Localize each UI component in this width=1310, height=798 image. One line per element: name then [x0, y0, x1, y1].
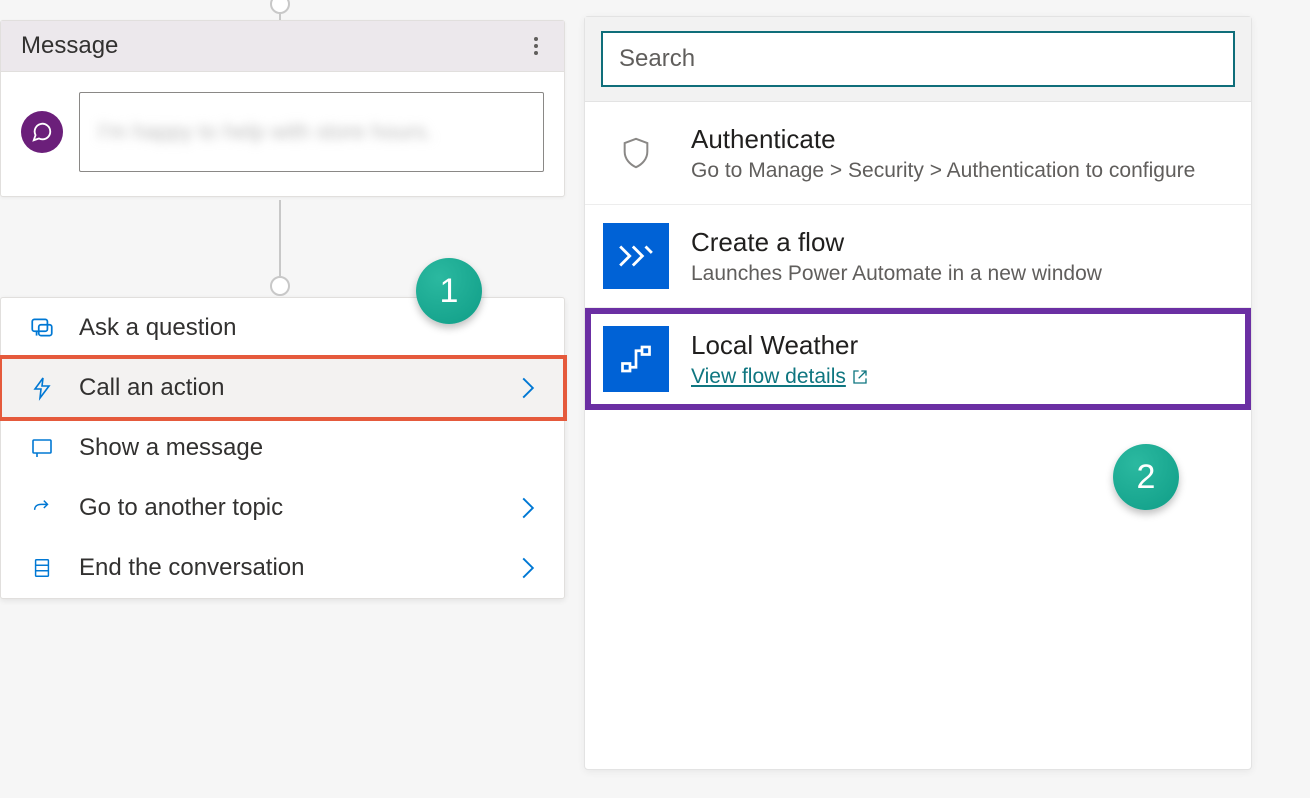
menu-item-call-action[interactable]: Call an action [1, 358, 564, 418]
message-node-header: Message [1, 21, 564, 72]
chevron-right-icon [520, 496, 536, 520]
menu-item-ask-question[interactable]: Ask a question [1, 298, 564, 358]
action-item-authenticate[interactable]: Authenticate Go to Manage > Security > A… [585, 102, 1251, 205]
connector-line [279, 200, 281, 285]
menu-item-label: Go to another topic [79, 494, 496, 522]
flow-icon [603, 326, 669, 392]
shield-icon [603, 120, 669, 186]
end-icon [29, 555, 55, 581]
action-picker-panel: Authenticate Go to Manage > Security > A… [584, 16, 1252, 770]
flow-run-icon [603, 223, 669, 289]
message-node-body: I'm happy to help with store hours. [1, 72, 564, 196]
menu-item-label: Show a message [79, 434, 536, 462]
chevron-right-icon [520, 556, 536, 580]
action-title: Create a flow [691, 227, 1233, 258]
action-item-create-flow[interactable]: Create a flow Launches Power Automate in… [585, 205, 1251, 308]
chat-bubble-icon [21, 111, 63, 153]
add-node-menu: Ask a question Call an action [0, 297, 565, 599]
action-title: Authenticate [691, 124, 1233, 155]
menu-item-goto-topic[interactable]: Go to another topic [1, 478, 564, 538]
redirect-icon [29, 495, 55, 521]
message-text-content: I'm happy to help with store hours. [98, 119, 432, 145]
add-node-button[interactable] [270, 276, 290, 296]
view-flow-details-link[interactable]: View flow details [691, 365, 868, 389]
menu-item-label: End the conversation [79, 554, 496, 582]
menu-item-end-conversation[interactable]: End the conversation [1, 538, 564, 598]
action-title: Local Weather [691, 330, 1233, 361]
menu-item-label: Call an action [79, 374, 496, 402]
action-item-local-weather[interactable]: Local Weather View flow details [585, 308, 1251, 410]
link-label: View flow details [691, 365, 846, 389]
action-list: Authenticate Go to Manage > Security > A… [585, 102, 1251, 410]
lightning-icon [29, 375, 55, 401]
more-options-button[interactable] [528, 31, 544, 61]
connector-node[interactable] [270, 0, 290, 14]
action-subtitle: Go to Manage > Security > Authentication… [691, 159, 1233, 183]
question-icon [29, 315, 55, 341]
action-subtitle: Launches Power Automate in a new window [691, 262, 1233, 286]
message-text-input[interactable]: I'm happy to help with store hours. [79, 92, 544, 172]
action-text: Local Weather View flow details [691, 330, 1233, 389]
external-link-icon [852, 369, 868, 385]
message-icon [29, 435, 55, 461]
search-input[interactable] [601, 31, 1235, 87]
callout-badge-1: 1 [416, 258, 482, 324]
action-text: Create a flow Launches Power Automate in… [691, 227, 1233, 286]
search-bar-container [585, 17, 1251, 102]
message-node-title: Message [21, 32, 118, 60]
chevron-right-icon [520, 376, 536, 400]
message-node-card[interactable]: Message I'm happy to help with store hou… [0, 20, 565, 197]
action-text: Authenticate Go to Manage > Security > A… [691, 124, 1233, 183]
menu-item-show-message[interactable]: Show a message [1, 418, 564, 478]
callout-badge-2: 2 [1113, 444, 1179, 510]
